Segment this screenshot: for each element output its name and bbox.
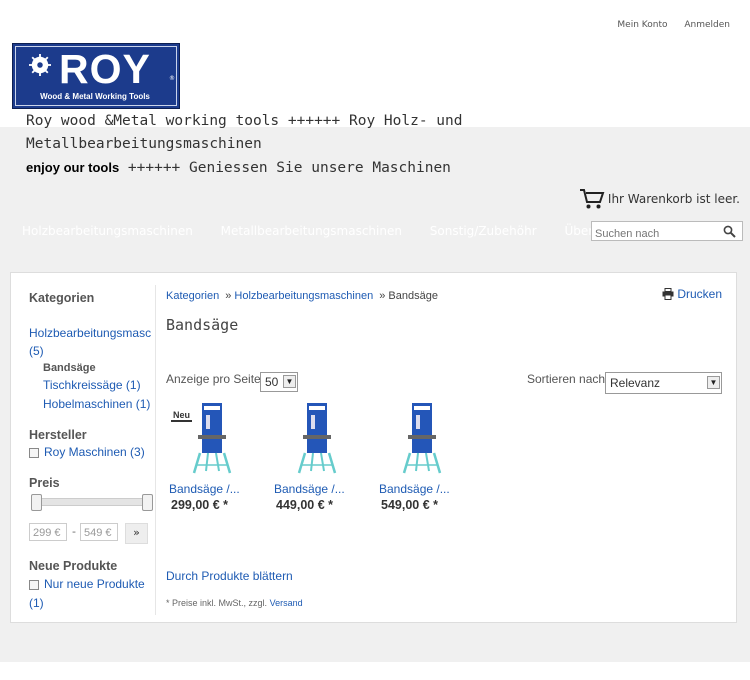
breadcrumb-root[interactable]: Kategorien	[166, 290, 219, 302]
product-price: 449,00 € *	[276, 498, 333, 512]
subcat-hobelmaschinen[interactable]: Hobelmaschinen (1)	[43, 397, 150, 411]
product-price: 549,00 € *	[381, 498, 438, 512]
new-products-title: Neue Produkte	[29, 559, 118, 573]
cart-icon	[579, 189, 605, 209]
manufacturer-title: Hersteller	[29, 428, 87, 442]
current-category: Bandsäge	[43, 362, 96, 374]
headline-line-2: Metallbearbeitungsmaschinen	[26, 136, 262, 152]
per-page-value: 50	[265, 375, 279, 389]
breadcrumb-sep-2: »	[379, 290, 386, 302]
manufacturer-checkbox[interactable]	[29, 447, 39, 458]
cart-status-text: Ihr Warenkorb ist leer.	[607, 192, 740, 206]
price-slider-min-handle[interactable]	[31, 494, 42, 511]
print-label: Drucken	[677, 287, 722, 301]
subline-rest: ++++++ Geniessen Sie unsere Maschinen	[127, 160, 451, 176]
footnote-text: Preise inkl. MwSt., zzgl.	[172, 598, 268, 608]
roy-logo[interactable]: ROY ® Wood & Metal Working Tools	[12, 43, 180, 109]
new-only-filter[interactable]: Nur neue Produkte	[29, 577, 145, 591]
login-link[interactable]: Anmelden	[684, 20, 730, 30]
search-input[interactable]	[592, 225, 719, 243]
nav-item-zubehoer[interactable]: Sonstig/Zubehöhr	[430, 224, 537, 238]
sort-select[interactable]: Relevanz ▼	[605, 372, 722, 394]
price-slider-max-handle[interactable]	[142, 494, 153, 511]
subline-bold: enjoy our tools	[26, 160, 120, 175]
logo-tagline: Wood & Metal Working Tools	[40, 92, 150, 101]
product-name[interactable]: Bandsäge /...	[274, 482, 345, 496]
price-separator: -	[72, 525, 76, 538]
logo-wordmark: ROY	[59, 46, 151, 92]
magnifier-icon[interactable]	[723, 225, 736, 238]
main-nav: Holzbearbeitungsmaschinen Metallbearbeit…	[22, 224, 642, 238]
per-page-select[interactable]: 50 ▼	[260, 372, 298, 392]
footnote-star: *	[166, 598, 170, 608]
new-only-label: Nur neue Produkte	[44, 577, 145, 591]
bandsaw-image	[192, 403, 232, 474]
content-panel: Kategorien Holzbearbeitungsmaschi (5) Ba…	[10, 272, 737, 623]
product-card[interactable]: Bandsäge /... 549,00 € *	[376, 401, 476, 512]
new-only-count[interactable]: (1)	[29, 596, 44, 610]
product-name[interactable]: Bandsäge /...	[169, 482, 240, 496]
breadcrumb-current: Bandsäge	[388, 290, 438, 302]
price-max-input[interactable]: 549 €	[80, 523, 118, 541]
category-count[interactable]: (5)	[29, 344, 44, 358]
bandsaw-image	[297, 403, 337, 474]
shipping-link[interactable]: Versand	[270, 598, 303, 608]
price-slider[interactable]	[31, 494, 153, 511]
price-title: Preis	[29, 476, 60, 490]
product-name[interactable]: Bandsäge /...	[379, 482, 450, 496]
chevron-down-icon: ▼	[707, 376, 720, 389]
bandsaw-image	[402, 403, 442, 474]
category-link-holz[interactable]: Holzbearbeitungsmaschi	[29, 326, 151, 340]
chevron-down-icon: ▼	[283, 375, 296, 388]
price-apply-button[interactable]: »	[125, 523, 148, 544]
breadcrumb: Kategorien » Holzbearbeitungsmaschinen » B…	[166, 290, 438, 302]
categories-title: Kategorien	[29, 291, 95, 305]
sort-value: Relevanz	[610, 376, 661, 390]
sort-label: Sortieren nach	[527, 372, 606, 386]
cart-summary[interactable]: Ihr Warenkorb ist leer.	[579, 188, 740, 210]
manufacturer-filter[interactable]: Roy Maschinen (3)	[29, 445, 145, 459]
nav-item-holz[interactable]: Holzbearbeitungsmaschinen	[22, 224, 193, 238]
print-link[interactable]: Drucken	[662, 287, 722, 301]
sidebar-divider	[155, 285, 156, 615]
browse-products-link[interactable]: Durch Produkte blättern	[166, 569, 293, 583]
printer-icon	[662, 288, 674, 300]
saw-blade-icon	[29, 54, 51, 76]
nav-item-metall[interactable]: Metallbearbeitungsmaschinen	[221, 224, 402, 238]
headline-line-1: Roy wood &Metal working tools ++++++ Roy…	[26, 113, 463, 129]
product-card[interactable]: Neu Bandsäge /... 299,00 € *	[166, 401, 266, 512]
price-footnote: * Preise inkl. MwSt., zzgl. Versand	[166, 598, 303, 608]
my-account-link[interactable]: Mein Konto	[617, 20, 667, 30]
breadcrumb-sep-1: »	[225, 290, 232, 302]
product-card[interactable]: Bandsäge /... 449,00 € *	[271, 401, 371, 512]
site-headline: Roy wood &Metal working tools ++++++ Roy…	[26, 110, 526, 156]
manufacturer-label: Roy Maschinen (3)	[44, 445, 145, 459]
per-page-label: Anzeige pro Seite	[166, 372, 261, 386]
product-price: 299,00 € *	[171, 498, 228, 512]
page-title: Bandsäge	[166, 316, 239, 334]
site-subline: enjoy our tools ++++++ Geniessen Sie uns…	[26, 160, 451, 176]
breadcrumb-category[interactable]: Holzbearbeitungsmaschinen	[234, 290, 373, 302]
logo-registered-mark: ®	[169, 75, 175, 82]
new-only-checkbox[interactable]	[29, 579, 39, 590]
new-badge: Neu	[171, 410, 193, 422]
search-box	[591, 221, 743, 243]
account-links: Mein Konto Anmelden	[603, 20, 730, 30]
price-min-input[interactable]: 299 €	[29, 523, 67, 541]
subcat-tischkreissaege[interactable]: Tischkreissäge (1)	[43, 378, 141, 392]
